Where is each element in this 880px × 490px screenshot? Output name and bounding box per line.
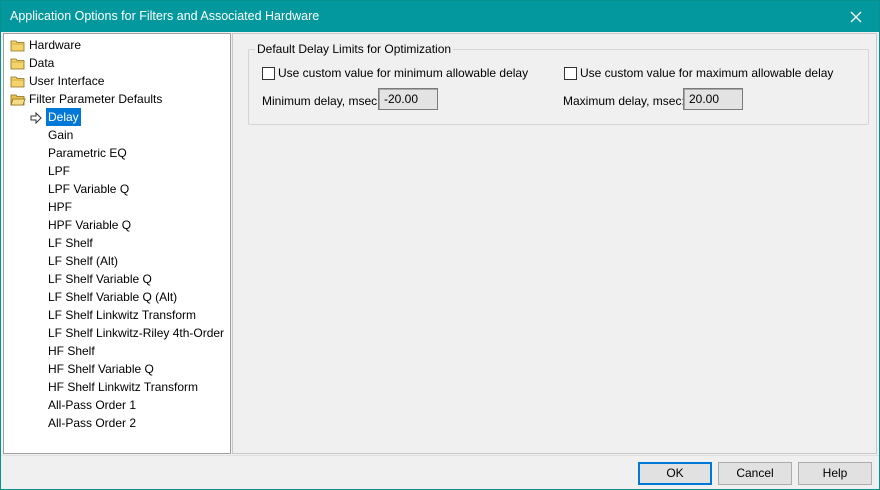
tree-child-label: LPF [48,164,71,178]
folder-open-icon [10,93,26,106]
tree-child-item[interactable]: HPF Variable Q [4,216,230,234]
tree-item[interactable]: Data [4,54,230,72]
tree-child-item[interactable]: Parametric EQ [4,144,230,162]
tree-child-label: HF Shelf [48,344,95,358]
min-custom-checkbox[interactable]: Use custom value for minimum allowable d… [262,66,528,80]
tree-item-label: Hardware [29,38,82,52]
tree-child-label: HF Shelf Variable Q [48,362,154,376]
tree-child-item[interactable]: HF Shelf [4,342,230,360]
tree-child-label: All-Pass Order 2 [48,416,137,430]
tree-child-label: Gain [48,128,74,142]
tree-child-item[interactable]: LF Shelf Variable Q [4,270,230,288]
folder-icon [10,39,26,52]
tree-child-item[interactable]: LF Shelf Variable Q (Alt) [4,288,230,306]
checkbox-box[interactable] [262,66,275,80]
min-checkbox-label: Use custom value for minimum allowable d… [278,66,529,80]
tree-child-item[interactable]: Gain [4,126,230,144]
tree-child-label: LF Shelf Linkwitz-Riley 4th-Order [48,326,225,340]
title-bar: Application Options for Filters and Asso… [1,1,879,32]
help-button[interactable]: Help [798,462,872,485]
tree-child-item[interactable]: LPF Variable Q [4,180,230,198]
tree-child-label: LF Shelf Variable Q [48,272,152,286]
folder-icon [10,57,26,70]
max-custom-checkbox[interactable]: Use custom value for maximum allowable d… [564,66,833,80]
tree-child-label: All-Pass Order 1 [48,398,137,412]
tree-item[interactable]: User Interface [4,72,230,90]
tree-child-label: HF Shelf Linkwitz Transform [48,380,199,394]
tree-child-item[interactable]: LF Shelf [4,234,230,252]
tree-child-item[interactable]: LF Shelf Linkwitz Transform [4,306,230,324]
max-delay-label: Maximum delay, msec: [563,94,685,108]
tree-child-item[interactable]: All-Pass Order 1 [4,396,230,414]
settings-panel: Default Delay Limits for Optimization Us… [232,33,877,454]
cancel-button[interactable]: Cancel [718,462,792,485]
tree-child-label: HPF Variable Q [48,218,132,232]
max-checkbox-label: Use custom value for maximum allowable d… [580,66,834,80]
tree-item-label: User Interface [29,74,105,88]
tree-child-label: LF Shelf Variable Q (Alt) [48,290,178,304]
folder-icon [10,75,26,88]
tree-child-label: LF Shelf Linkwitz Transform [48,308,197,322]
tree-child-item[interactable]: HF Shelf Linkwitz Transform [4,378,230,396]
tree-item[interactable]: Hardware [4,36,230,54]
ok-button[interactable]: OK [638,462,712,485]
tree-child-item[interactable]: LPF [4,162,230,180]
checkbox-box[interactable] [564,66,577,80]
min-delay-field[interactable]: -20.00 [378,88,438,110]
tree-child-label: LF Shelf [48,236,93,250]
tree-child-item[interactable]: All-Pass Order 2 [4,414,230,432]
selected-arrow-icon [30,111,42,125]
tree-child-label: LF Shelf (Alt) [48,254,119,268]
tree-child-item[interactable]: HPF [4,198,230,216]
min-delay-label: Minimum delay, msec: [262,94,381,108]
tree-child-label: LPF Variable Q [48,182,130,196]
tree-child-item[interactable]: LF Shelf (Alt) [4,252,230,270]
group-title: Default Delay Limits for Optimization [255,42,454,56]
max-delay-field[interactable]: 20.00 [683,88,743,110]
tree-item-label: Data [29,56,55,70]
footer-separator [1,455,879,456]
close-icon [850,11,862,22]
tree-child-label: Parametric EQ [48,146,127,160]
options-tree[interactable]: Hardware Data User Interface Filter Paramet… [3,33,231,454]
tree-child-item[interactable]: HF Shelf Variable Q [4,360,230,378]
tree-child-item[interactable]: Delay [4,108,230,126]
tree-item[interactable]: Filter Parameter Defaults [4,90,230,108]
close-button[interactable] [833,1,879,32]
tree-child-label: HPF [48,200,72,214]
tree-child-item[interactable]: LF Shelf Linkwitz-Riley 4th-Order [4,324,230,342]
tree-item-label: Filter Parameter Defaults [29,92,163,106]
delay-limits-group: Default Delay Limits for Optimization Us… [248,42,869,125]
options-dialog: Application Options for Filters and Asso… [0,0,880,490]
tree-child-label: Delay [46,108,81,126]
window-title: Application Options for Filters and Asso… [10,9,320,23]
